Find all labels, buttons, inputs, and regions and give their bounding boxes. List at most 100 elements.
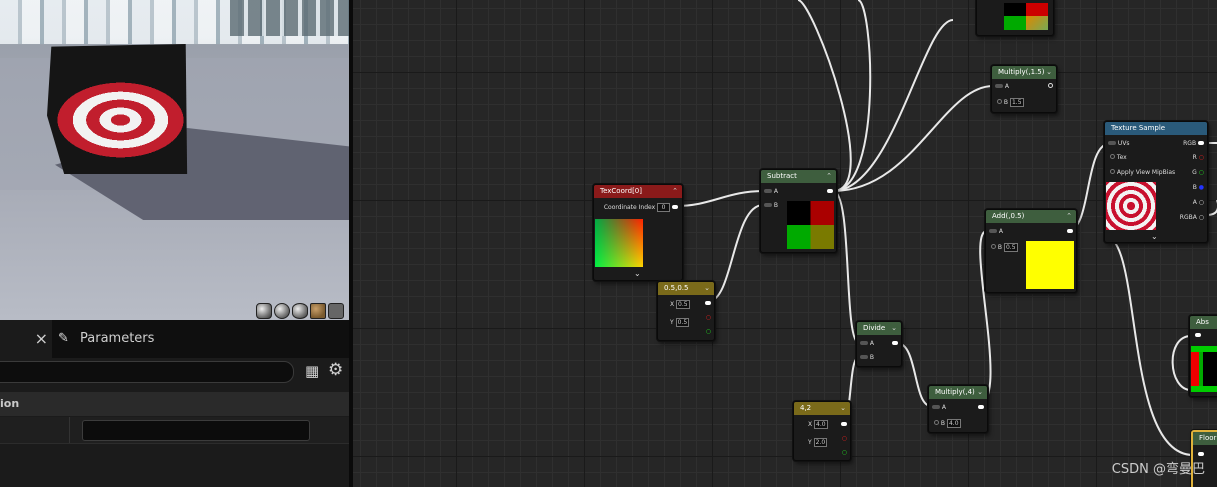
output-pin-g[interactable]: ○ — [706, 328, 711, 336]
plane-preview-icon[interactable] — [292, 303, 308, 319]
output-pin-rgb[interactable]: RGB — [1183, 140, 1204, 148]
material-preview-viewport[interactable] — [0, 0, 349, 320]
node-texcoord[interactable]: TexCoord[0] ⌃ Coordinate Index 0 ⌄ — [593, 184, 683, 281]
output-pin-r[interactable]: ○ — [706, 314, 711, 322]
node-multiply-4[interactable]: Multiply(,4) ⌄ A B 4.0 — [928, 385, 988, 433]
chevron-up-icon[interactable]: ⌃ — [672, 185, 678, 198]
output-pin-g[interactable]: ○ — [842, 449, 847, 457]
cube-preview-icon[interactable] — [310, 303, 326, 319]
input-pin-a[interactable]: A — [764, 188, 778, 196]
chevron-down-icon[interactable]: ⌄ — [977, 386, 983, 399]
teapot-preview-icon[interactable] — [328, 303, 344, 319]
input-pin-b[interactable]: B 0.5 — [991, 243, 1018, 252]
details-section-header[interactable]: ion — [0, 392, 349, 416]
wire-texture-floor — [1104, 235, 1194, 456]
node-multiply-1-5[interactable]: Multiply(,1.5) ⌄ A B 1.5 — [991, 65, 1057, 113]
subtract-preview — [787, 225, 834, 249]
node-texture-sample[interactable]: Texture Sample UVs Tex Apply View MipBia… — [1104, 121, 1208, 243]
node-title: Divide — [863, 324, 886, 332]
texcoord-index-pin[interactable]: Coordinate Index 0 — [604, 203, 678, 212]
output-pin[interactable] — [892, 340, 898, 348]
texcoord-preview — [595, 219, 643, 267]
input-pin-a[interactable]: A — [989, 228, 1003, 236]
chevron-down-icon[interactable]: ⌄ — [840, 402, 846, 415]
wire-texture-right2 — [1206, 200, 1217, 216]
chevron-down-icon[interactable]: ⌄ — [634, 269, 641, 278]
input-pin-b[interactable]: B 1.5 — [997, 98, 1024, 107]
input-pin-a[interactable]: A — [995, 83, 1009, 91]
node-title: 0.5,0.5 — [664, 284, 689, 292]
chevron-down-icon[interactable]: ⌄ — [704, 282, 710, 295]
background-building — [230, 0, 349, 36]
node-header: Floor — [1193, 432, 1217, 445]
node-title: Floor — [1199, 434, 1217, 442]
output-pin[interactable] — [1067, 228, 1073, 236]
output-pin[interactable] — [705, 300, 711, 308]
output-pin-a[interactable]: A ○ — [1193, 199, 1204, 207]
tab-parameters-label: Parameters — [80, 331, 155, 346]
y-field[interactable]: Y 2.0 — [808, 438, 828, 447]
node-abs[interactable]: Abs — [1189, 315, 1217, 397]
node-preview-swatch — [1004, 3, 1048, 16]
output-pin[interactable] — [1048, 83, 1053, 91]
node-title: Texture Sample — [1111, 124, 1166, 132]
wire-texcoord-subtract — [674, 190, 766, 207]
input-pin-b[interactable]: B — [764, 202, 778, 210]
node-title: TexCoord[0] — [600, 187, 642, 195]
input-pin-a[interactable]: A — [860, 340, 874, 348]
output-pin[interactable] — [841, 421, 847, 429]
node-header: Texture Sample — [1105, 122, 1207, 135]
gear-icon[interactable]: ⚙ — [328, 361, 346, 379]
texture-preview-target — [1106, 182, 1156, 230]
cylinder-preview-icon[interactable] — [256, 303, 272, 319]
x-field[interactable]: X 4.0 — [808, 420, 828, 429]
input-pin-mipbias[interactable]: Apply View MipBias — [1110, 169, 1175, 177]
output-pin-rgba[interactable]: RGBA ○ — [1180, 214, 1204, 222]
node-preview-top[interactable] — [976, 0, 1054, 36]
chevron-down-icon[interactable]: ⌄ — [1046, 66, 1052, 79]
details-search-input[interactable] — [0, 361, 294, 383]
chevron-up-icon[interactable]: ⌃ — [826, 170, 832, 183]
property-value-field[interactable] — [82, 420, 310, 441]
property-row-divider — [69, 417, 70, 443]
node-title: Add(,0.5) — [992, 212, 1025, 220]
node-title: Abs — [1196, 318, 1209, 326]
node-header: TexCoord[0] ⌃ — [594, 185, 682, 198]
abs-preview — [1191, 352, 1199, 386]
input-pin-b[interactable]: B — [860, 354, 874, 362]
input-pin[interactable] — [1195, 332, 1201, 340]
sphere-preview-icon[interactable] — [274, 303, 290, 319]
chevron-down-icon[interactable]: ⌄ — [891, 322, 897, 335]
node-header: Multiply(,1.5) ⌄ — [992, 66, 1056, 79]
node-subtract[interactable]: Subtract ⌃ A B — [760, 169, 837, 253]
input-pin-a[interactable]: A — [932, 404, 946, 412]
chevron-up-icon[interactable]: ⌃ — [1066, 210, 1072, 223]
wire-subtract-multiply15 — [832, 85, 994, 192]
output-pin-g[interactable]: G ○ — [1192, 169, 1204, 177]
output-pin-r[interactable]: R ○ — [1193, 154, 1204, 162]
node-header: Multiply(,4) ⌄ — [929, 386, 987, 399]
x-field[interactable]: X 0.5 — [670, 300, 690, 309]
input-pin-tex[interactable]: Tex — [1110, 154, 1127, 162]
material-graph-canvas[interactable]: Multiply(,1.5) ⌄ A B 1.5 Texture Sample U… — [353, 0, 1217, 487]
node-add-0-5[interactable]: Add(,0.5) ⌃ A B 0.5 — [985, 209, 1077, 293]
node-divide[interactable]: Divide ⌄ A B — [856, 321, 902, 367]
output-pin[interactable] — [827, 188, 833, 196]
tab-parameters[interactable]: ✎ Parameters — [58, 328, 154, 350]
output-pin-b[interactable]: B ● — [1193, 184, 1204, 192]
chevron-down-icon[interactable]: ⌄ — [1151, 232, 1158, 241]
node-title: Multiply(,4) — [935, 388, 975, 396]
output-pin[interactable] — [978, 404, 984, 412]
node-constant-4-2[interactable]: 4,2 ⌄ X 4.0 Y 2.0 ○ ○ — [793, 401, 851, 461]
node-constant-0-5[interactable]: 0.5,0.5 ⌄ X 0.5 Y 0.5 ○ ○ — [657, 281, 715, 341]
abs-preview — [1191, 386, 1217, 392]
input-pin-b[interactable]: B 4.0 — [934, 419, 961, 428]
input-pin-uvs[interactable]: UVs — [1108, 140, 1130, 148]
output-pin-r[interactable]: ○ — [842, 435, 847, 443]
watermark: CSDN @弯曼巴 — [1111, 462, 1205, 477]
pencil-icon: ✎ — [58, 331, 69, 346]
y-field[interactable]: Y 0.5 — [670, 318, 690, 327]
node-header: Subtract ⌃ — [761, 170, 836, 183]
details-tab-close-button[interactable]: × — [0, 320, 52, 358]
table-view-icon[interactable]: ▦ — [305, 363, 321, 379]
